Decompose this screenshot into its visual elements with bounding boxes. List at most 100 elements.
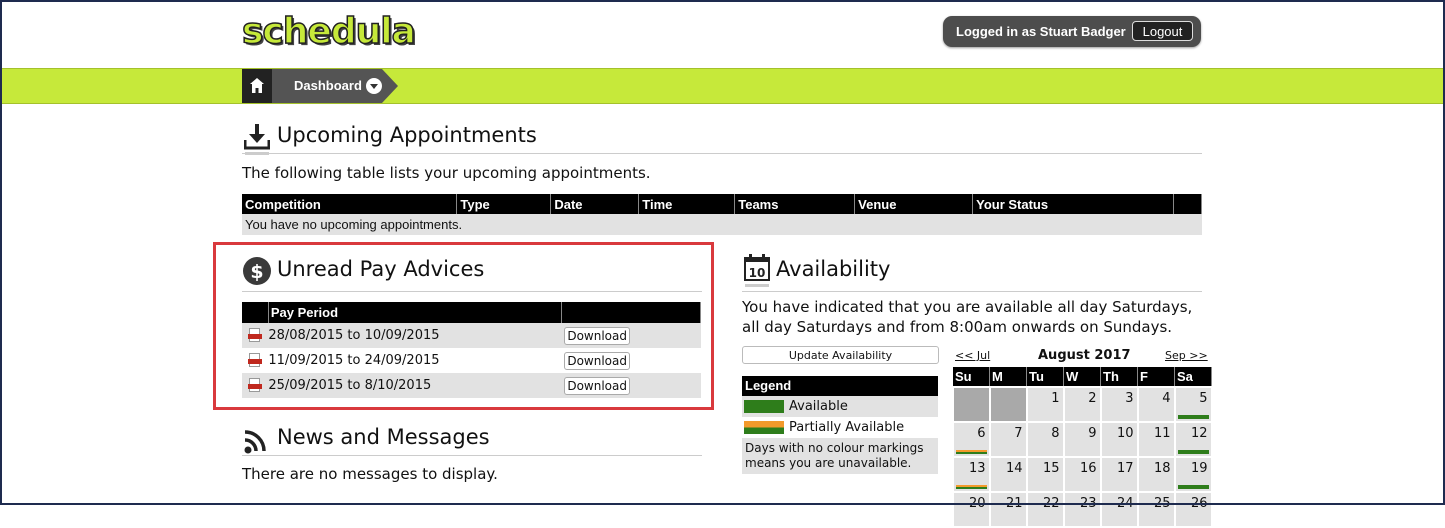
weekday-sa: Sa	[1174, 367, 1212, 387]
calendar-day[interactable]: 9	[1062, 421, 1102, 458]
available-marker	[1177, 415, 1209, 419]
download-button[interactable]: Download	[564, 326, 631, 345]
calendar-month: August 2017	[1038, 348, 1131, 363]
pay-advices-title: Unread Pay Advices	[277, 257, 485, 281]
calendar-day[interactable]: 3	[1099, 386, 1139, 423]
calendar-day[interactable]: 17	[1099, 456, 1139, 493]
col-time[interactable]: Time	[638, 194, 736, 214]
legend-title: Legend	[742, 376, 938, 396]
calendar-blank-cell	[952, 386, 991, 423]
weekday-f: F	[1137, 367, 1175, 387]
calendar-day[interactable]: 23	[1062, 491, 1102, 528]
col-your-status[interactable]: Your Status	[972, 194, 1174, 214]
partial-marker	[956, 485, 987, 489]
news-empty: There are no messages to display.	[242, 465, 498, 483]
pdf-icon	[248, 378, 262, 393]
pay-period: 28/08/2015 to 10/09/2015	[268, 323, 562, 348]
news-title: News and Messages	[277, 425, 490, 449]
col-teams[interactable]: Teams	[734, 194, 856, 214]
day-number: 12	[1190, 426, 1208, 441]
appointments-table: Competition Type Date Time Teams Venue Y…	[242, 194, 1203, 235]
col-date[interactable]: Date	[550, 194, 640, 214]
download-button[interactable]: Download	[564, 351, 631, 370]
calendar-day[interactable]: 8	[1025, 421, 1065, 458]
chevron-down-icon[interactable]	[366, 78, 382, 94]
col-venue[interactable]: Venue	[854, 194, 974, 214]
pay-period: 11/09/2015 to 24/09/2015	[268, 348, 562, 373]
calendar-day[interactable]: 1	[1025, 386, 1065, 423]
logged-in-text: Logged in as Stuart Badger	[956, 24, 1126, 39]
nav-dashboard-label: Dashboard	[294, 78, 362, 93]
available-marker	[1177, 485, 1209, 489]
download-button[interactable]: Download	[564, 376, 631, 395]
calendar-day[interactable]: 26	[1173, 491, 1213, 528]
divider	[242, 291, 702, 292]
col-type[interactable]: Type	[456, 194, 552, 214]
calendar-day[interactable]: 16	[1062, 456, 1102, 493]
calendar-day-partial[interactable]: 6	[952, 421, 991, 458]
nav-arrow	[382, 69, 398, 103]
table-row: 28/08/2015 to 10/09/2015 Download	[242, 323, 701, 348]
calendar-day[interactable]: 10	[1099, 421, 1139, 458]
calendar-day[interactable]: 25	[1136, 491, 1176, 528]
calendar-day-available[interactable]: 12	[1173, 421, 1213, 458]
calendar-day[interactable]: 18	[1136, 456, 1176, 493]
partial-swatch	[744, 421, 784, 434]
available-swatch	[744, 400, 784, 413]
col-actions	[561, 302, 702, 323]
calendar-day[interactable]: 15	[1025, 456, 1065, 493]
calendar-day[interactable]: 21	[988, 491, 1028, 528]
day-number: 6	[977, 426, 986, 441]
calendar-next-link[interactable]: Sep >>	[1165, 349, 1208, 362]
calendar-day-available[interactable]: 19	[1173, 456, 1213, 493]
weekday-m: M	[989, 367, 1027, 387]
appointments-intro: The following table lists your upcoming …	[242, 164, 651, 182]
calendar-icon: 10	[744, 254, 770, 287]
nav-home[interactable]	[242, 69, 272, 103]
appointments-empty: You have no upcoming appointments.	[242, 214, 1202, 235]
legend-note: Days with no colour markings means you a…	[742, 438, 938, 474]
col-pay-period[interactable]: Pay Period	[268, 302, 562, 323]
pdf-icon	[248, 328, 262, 343]
legend-partial: Partially Available	[742, 417, 938, 438]
calendar-day-available[interactable]: 5	[1173, 386, 1213, 423]
calendar-day[interactable]: 2	[1062, 386, 1102, 423]
nav-dashboard[interactable]: Dashboard	[272, 69, 382, 103]
pay-advices-table: Pay Period 28/08/2015 to 10/09/2015 Down…	[242, 302, 702, 398]
weekday-su: Su	[953, 367, 990, 387]
download-icon	[244, 124, 270, 155]
calendar-day[interactable]: 22	[1025, 491, 1065, 528]
calendar-day[interactable]: 20	[952, 491, 991, 528]
legend-available-label: Available	[789, 399, 848, 414]
user-box: Logged in as Stuart Badger Logout	[943, 16, 1201, 47]
col-competition[interactable]: Competition	[242, 194, 458, 214]
weekday-w: W	[1063, 367, 1101, 387]
calendar-day[interactable]: 4	[1136, 386, 1176, 423]
table-row: 25/09/2015 to 8/10/2015 Download	[242, 373, 701, 398]
calendar-blank-cell	[988, 386, 1028, 423]
calendar-day-partial[interactable]: 13	[952, 456, 991, 493]
calendar-prev-link[interactable]: << Jul	[955, 349, 990, 362]
calendar-day[interactable]: 11	[1136, 421, 1176, 458]
calendar-day[interactable]: 14	[988, 456, 1028, 493]
partial-marker	[956, 450, 987, 454]
weekday-tu: Tu	[1026, 367, 1064, 387]
logout-button[interactable]: Logout	[1132, 21, 1193, 41]
available-marker	[1177, 450, 1209, 454]
col-blank	[1173, 194, 1203, 214]
divider	[242, 153, 1202, 154]
calendar-day[interactable]: 7	[988, 421, 1028, 458]
appointments-title: Upcoming Appointments	[277, 123, 537, 147]
pay-period: 25/09/2015 to 8/10/2015	[268, 373, 562, 398]
availability-title: Availability	[776, 257, 891, 281]
pdf-icon	[248, 353, 262, 368]
legend: Legend Available Partially Available Day…	[742, 376, 938, 474]
divider	[742, 291, 1202, 292]
availability-description: You have indicated that you are availabl…	[742, 298, 1193, 336]
schedula-logo[interactable]: schedula	[241, 10, 416, 53]
day-number: 13	[968, 461, 986, 476]
calendar-day[interactable]: 24	[1099, 491, 1139, 528]
table-row: 11/09/2015 to 24/09/2015 Download	[242, 348, 701, 373]
divider	[242, 455, 702, 456]
update-availability-button[interactable]: Update Availability	[742, 346, 939, 364]
